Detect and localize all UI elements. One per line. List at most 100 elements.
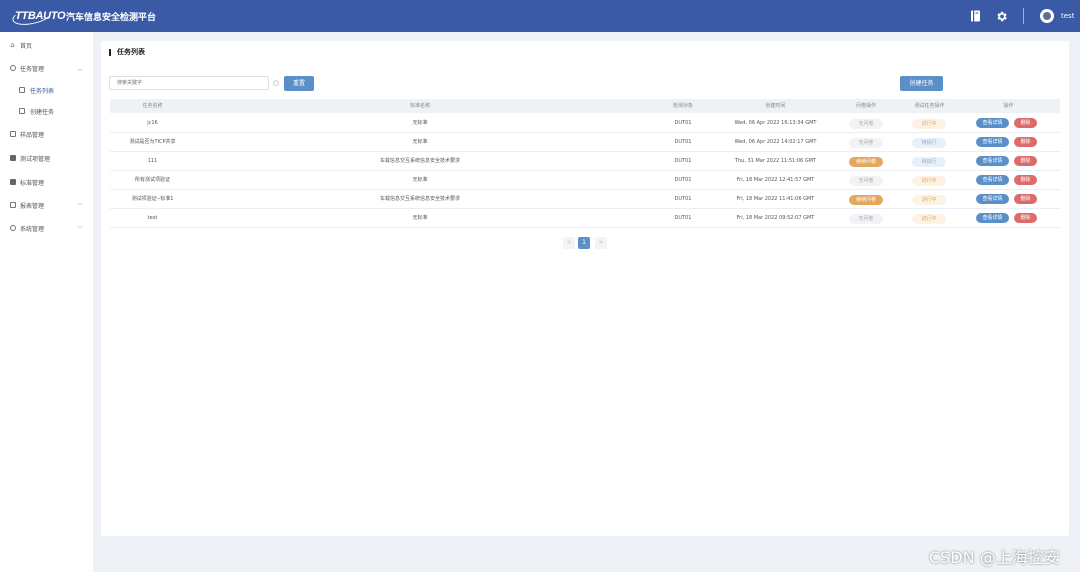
cell-target: DUT01 [674, 177, 692, 183]
grid-icon [9, 178, 16, 186]
home-icon: ⌂ [10, 40, 15, 49]
status-badge: 进行中 [912, 119, 946, 129]
status-badge: 进行中 [912, 195, 946, 205]
delete-button[interactable]: 删除 [1014, 213, 1037, 223]
task-list-panel: 任务列表 ○ 重置 创建任务 任务名称 标准名称 检测对象 创建时间 问卷操作 … [101, 41, 1069, 536]
column-header-task-name: 任务名称 [142, 103, 163, 109]
cell-created: Thu, 31 Mar 2022 11:51:06 GMT [734, 158, 817, 164]
header-divider [1023, 8, 1024, 24]
delete-button[interactable]: 删除 [1014, 118, 1037, 128]
page-number-current[interactable]: 1 [578, 237, 590, 249]
sidebar-item-label: 样品管理 [20, 131, 45, 139]
cell-standard: 车载信息交互系统信息安全技术要求 [379, 196, 460, 202]
gear-icon[interactable] [994, 9, 1008, 23]
sidebar: ⌂ 首页 任务管理 ︿ 任务列表 创建任务 样品管理 测试项管理 标准管理 报表… [0, 32, 93, 572]
prev-page-button[interactable]: < [563, 237, 575, 249]
avatar-icon[interactable] [1040, 9, 1054, 23]
table-row: 111 车载信息交互系统信息安全技术要求 DUT01 Thu, 31 Mar 2022… [110, 152, 1060, 171]
cell-target: DUT01 [674, 215, 692, 221]
table-header: 任务名称 标准名称 检测对象 创建时间 问卷操作 测试任务操作 操作 [110, 99, 1060, 113]
table-row: jc16 无标准 DUT01 Wed, 06 Apr 2022 16:13:34 GM… [110, 114, 1060, 133]
view-details-button[interactable]: 查看详情 [976, 175, 1009, 185]
sidebar-item-system[interactable]: 系统管理 ﹀ [0, 218, 93, 238]
delete-button[interactable]: 删除 [1014, 175, 1037, 185]
reset-button[interactable]: 重置 [284, 76, 314, 91]
cell-created: Wed, 06 Apr 2022 14:02:17 GMT [734, 139, 817, 145]
cell-created: Fri, 18 Mar 2022 09:52:07 GMT [736, 215, 815, 221]
column-header-survey: 问卷操作 [855, 103, 876, 109]
sidebar-item-create-task[interactable]: 创建任务 [0, 101, 93, 121]
table-row: 所有测试项验证 无标准 DUT01 Fri, 18 Mar 2022 12:41:57… [110, 171, 1060, 190]
survey-badge: 无问卷 [849, 138, 883, 148]
view-details-button[interactable]: 查看详情 [976, 118, 1009, 128]
survey-badge[interactable]: 继续问卷 [849, 157, 883, 167]
table-row: 测试是否为TICP共享 无标准 DUT01 Wed, 06 Apr 2022 14:0… [110, 133, 1060, 152]
app-title: 汽车信息安全检测平台 [66, 13, 157, 23]
logo-text: TTBAUTO [15, 10, 66, 22]
file-icon [18, 107, 25, 115]
watermark: CSDN @上海控安 [929, 548, 1060, 567]
sidebar-item-label: 任务管理 [20, 65, 45, 73]
view-details-button[interactable]: 查看详情 [976, 156, 1009, 166]
search-input[interactable] [109, 76, 269, 90]
view-details-button[interactable]: 查看详情 [976, 137, 1009, 147]
cell-standard: 无标准 [412, 215, 428, 221]
sidebar-item-label: 报表管理 [20, 202, 45, 210]
page-title: 任务列表 [109, 49, 145, 56]
chevron-down-icon: ﹀ [76, 202, 83, 210]
search-icon[interactable]: ○ [270, 76, 282, 90]
sidebar-item-label: 系统管理 [20, 225, 45, 233]
cell-created: Fri, 18 Mar 2022 11:41:06 GMT [736, 196, 815, 202]
column-header-standard: 标准名称 [409, 103, 430, 109]
delete-button[interactable]: 删除 [1014, 137, 1037, 147]
column-header-created: 创建时间 [765, 103, 786, 109]
file-icon [9, 130, 16, 138]
sidebar-item-task-list[interactable]: 任务列表 [0, 80, 93, 100]
view-details-button[interactable]: 查看详情 [976, 194, 1009, 204]
cell-task-name: 测试项验证--标准1 [131, 196, 174, 202]
file-icon [9, 201, 16, 209]
file-icon [18, 86, 25, 94]
next-page-button[interactable]: > [595, 237, 607, 249]
table-row: test 无标准 DUT01 Fri, 18 Mar 2022 09:52:07 GM… [110, 209, 1060, 228]
delete-button[interactable]: 删除 [1014, 156, 1037, 166]
sidebar-item-test-items[interactable]: 测试项管理 [0, 148, 93, 168]
sidebar-item-home[interactable]: ⌂ 首页 [0, 35, 93, 55]
grid-icon [9, 154, 16, 162]
clock-icon [9, 64, 16, 72]
table-row: 测试项验证--标准1 车载信息交互系统信息安全技术要求 DUT01 Fri, 18 M… [110, 190, 1060, 209]
delete-button[interactable]: 删除 [1014, 194, 1037, 204]
sidebar-item-sample-management[interactable]: 样品管理 [0, 124, 93, 144]
column-header-actions: 操作 [1003, 103, 1014, 109]
chevron-down-icon: ﹀ [76, 225, 83, 233]
ttbauto-logo[interactable]: TTBAUTO [10, 4, 66, 28]
cell-task-name: test [147, 215, 158, 221]
user-name[interactable]: test [1061, 12, 1074, 20]
sidebar-item-task-management[interactable]: 任务管理 ︿ [0, 58, 93, 78]
survey-badge[interactable]: 继续问卷 [849, 195, 883, 205]
cell-target: DUT01 [674, 196, 692, 202]
column-header-target: 检测对象 [672, 103, 693, 109]
sidebar-item-label: 首页 [20, 42, 33, 50]
cell-task-name: 所有测试项验证 [134, 177, 170, 183]
sidebar-item-standards[interactable]: 标准管理 [0, 172, 93, 192]
column-header-test-task: 测试任务操作 [914, 103, 945, 109]
view-details-button[interactable]: 查看详情 [976, 213, 1009, 223]
survey-badge: 无问卷 [849, 176, 883, 186]
sidebar-item-label: 任务列表 [30, 87, 55, 95]
book-icon[interactable] [968, 9, 982, 23]
status-badge: 待执行 [912, 157, 946, 167]
cell-task-name: 测试是否为TICP共享 [129, 139, 176, 145]
cell-target: DUT01 [674, 139, 692, 145]
cell-created: Fri, 18 Mar 2022 12:41:57 GMT [736, 177, 815, 183]
cell-standard: 无标准 [412, 177, 428, 183]
cell-standard: 无标准 [412, 120, 428, 126]
cell-task-name: 111 [147, 158, 158, 164]
status-badge: 进行中 [912, 176, 946, 186]
create-task-button[interactable]: 创建任务 [900, 76, 943, 91]
sidebar-item-label: 标准管理 [20, 179, 45, 187]
avatar-figure [1043, 12, 1051, 20]
cell-standard: 车载信息交互系统信息安全技术要求 [379, 158, 460, 164]
sidebar-item-reports[interactable]: 报表管理 ﹀ [0, 195, 93, 215]
cell-task-name: jc16 [147, 120, 158, 126]
